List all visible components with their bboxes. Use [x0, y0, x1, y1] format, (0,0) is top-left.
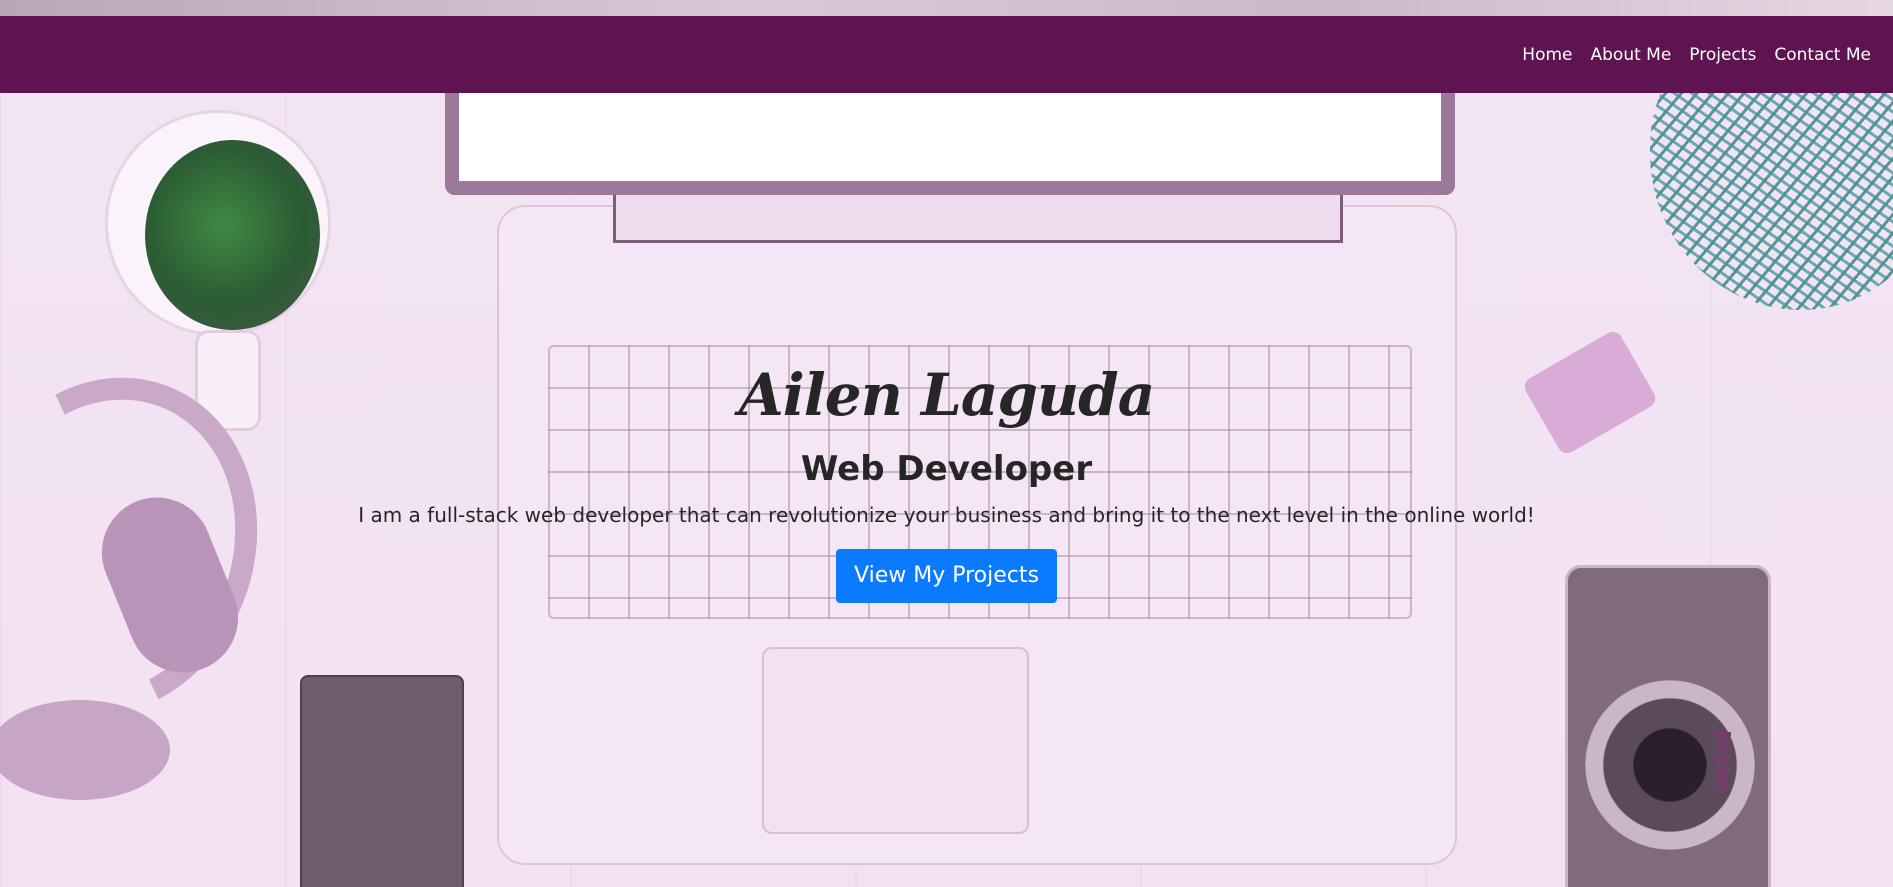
nav-projects-link[interactable]: Projects	[1689, 45, 1756, 65]
nav-about-link[interactable]: About Me	[1591, 45, 1672, 65]
mouse	[0, 700, 170, 800]
nav-home-link[interactable]: Home	[1522, 45, 1572, 65]
laptop-hinge	[613, 195, 1343, 243]
hero-name: Ailen Laguda	[738, 361, 1156, 429]
laptop-touchpad	[762, 647, 1029, 834]
nav-contact-link[interactable]: Contact Me	[1774, 45, 1871, 65]
camera-brand-label: Nikon	[1711, 730, 1735, 795]
top-strip	[0, 0, 1893, 16]
page: Nikon Home About Me Projects Contact Me …	[0, 0, 1893, 887]
view-projects-button[interactable]: View My Projects	[836, 549, 1057, 603]
hero-description: I am a full-stack web developer that can…	[358, 503, 1535, 527]
hero-section: Ailen Laguda Web Developer I am a full-s…	[0, 355, 1893, 603]
nav-links: Home About Me Projects Contact Me	[1522, 16, 1871, 93]
smartphone	[300, 675, 464, 887]
coffee-liquid	[145, 140, 320, 330]
hero-role: Web Developer	[800, 449, 1093, 489]
navbar: Home About Me Projects Contact Me	[0, 16, 1893, 93]
